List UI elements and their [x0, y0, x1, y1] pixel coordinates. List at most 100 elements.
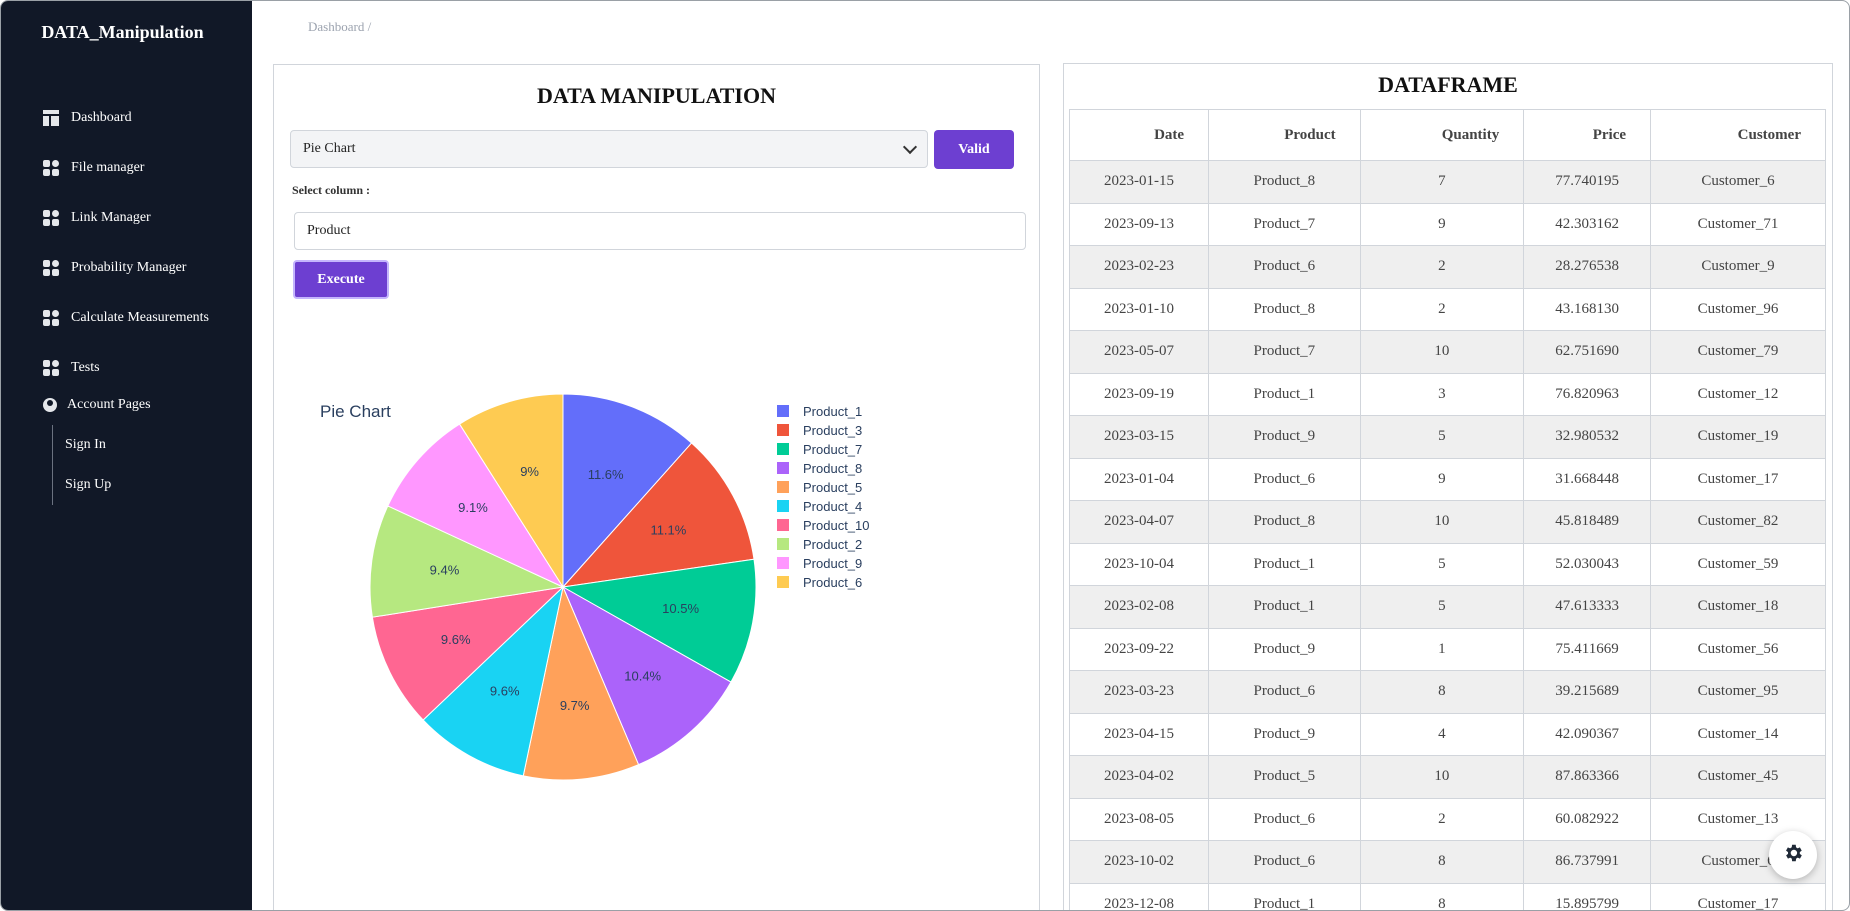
- sidebar-item-file-manager[interactable]: File manager: [43, 143, 209, 193]
- table-cell: 2: [1359, 245, 1525, 289]
- slice-label: 10.5%: [662, 601, 699, 616]
- table-cell: 77.740195: [1523, 160, 1652, 204]
- table-cell: Customer_18: [1650, 585, 1826, 629]
- table-cell: Product_7: [1208, 202, 1361, 246]
- table-cell: 2023-01-10: [1068, 287, 1210, 331]
- select-column-label: Select column :: [292, 183, 370, 197]
- chart-title: Pie Chart: [320, 402, 391, 421]
- breadcrumb[interactable]: Dashboard /: [308, 19, 371, 35]
- sidebar-item-link-manager[interactable]: Link Manager: [43, 193, 209, 243]
- legend-swatch: [777, 481, 789, 493]
- table-cell: Product_9: [1208, 415, 1361, 459]
- table-cell: Product_6: [1208, 840, 1361, 884]
- table-cell: Product_9: [1208, 712, 1361, 756]
- legend-swatch: [777, 462, 789, 474]
- table-cell: Customer_82: [1650, 500, 1826, 544]
- grid-icon: [43, 260, 59, 276]
- table-cell: 2023-08-05: [1068, 797, 1210, 841]
- legend-item[interactable]: Product_1: [777, 404, 862, 419]
- legend-item[interactable]: Product_6: [777, 575, 862, 590]
- table-cell: 2023-03-15: [1068, 415, 1210, 459]
- slice-label: 9%: [520, 464, 539, 479]
- table-row: 2023-01-04 Product_6 9 31.668448 Customer_17: [1068, 457, 1826, 501]
- legend-item[interactable]: Product_3: [777, 423, 862, 438]
- table-cell: Customer_79: [1650, 330, 1826, 374]
- table-cell: Customer_56: [1650, 627, 1826, 671]
- sidebar-item-sign-in[interactable]: Sign In: [65, 425, 209, 465]
- slice-label: 10.4%: [624, 668, 661, 683]
- table-cell: 2023-02-08: [1068, 585, 1210, 629]
- sidebar-item-tests[interactable]: Tests: [43, 343, 209, 393]
- legend-item[interactable]: Product_4: [777, 499, 862, 514]
- legend-label: Product_10: [803, 518, 870, 533]
- sidebar-item-account-pages[interactable]: Account Pages: [43, 393, 209, 417]
- legend-item[interactable]: Product_10: [777, 518, 870, 533]
- table-row: 2023-09-13 Product_7 9 42.303162 Customer_71: [1068, 202, 1826, 246]
- table-row: 2023-05-07 Product_7 10 62.751690 Customer_7…: [1068, 330, 1826, 374]
- sidebar: DATA_Manipulation Dashboard File manager…: [1, 1, 252, 910]
- legend-item[interactable]: Product_2: [777, 537, 862, 552]
- sidebar-item-dashboard[interactable]: Dashboard: [43, 93, 209, 143]
- column-input-value: Product: [307, 223, 351, 238]
- slice-label: 11.1%: [650, 522, 686, 537]
- table-cell: Customer_17: [1650, 457, 1826, 501]
- slice-label: 9.1%: [458, 500, 488, 515]
- legend-swatch: [777, 500, 789, 512]
- grid-icon: [43, 310, 59, 326]
- sidebar-item-sign-up[interactable]: Sign Up: [65, 465, 209, 505]
- table-cell: 4: [1359, 712, 1525, 756]
- sidebar-item-calculate-measurements[interactable]: Calculate Measurements: [43, 293, 209, 343]
- grid-icon: [43, 210, 59, 226]
- table-cell: Product_8: [1208, 287, 1361, 331]
- table-cell: Customer_45: [1650, 755, 1826, 799]
- table-cell: 7: [1359, 160, 1525, 204]
- table-row: 2023-08-05 Product_6 2 60.082922 Customer_13: [1068, 797, 1826, 841]
- table-cell: 2023-05-07: [1068, 330, 1210, 374]
- grid-icon: [43, 360, 59, 376]
- legend-swatch: [777, 538, 789, 550]
- legend-item[interactable]: Product_9: [777, 556, 862, 571]
- table-cell: 47.613333: [1523, 585, 1652, 629]
- table-row: 2023-09-19 Product_1 3 76.820963 Customer_12: [1068, 372, 1826, 416]
- table-cell: 8: [1359, 670, 1525, 714]
- table-cell: Product_9: [1208, 627, 1361, 671]
- table-row: 2023-09-22 Product_9 1 75.411669 Customer_56: [1068, 627, 1826, 671]
- legend-item[interactable]: Product_7: [777, 442, 862, 457]
- table-cell: 2023-12-08: [1068, 882, 1210, 910]
- column-input[interactable]: Product: [294, 212, 1026, 250]
- table-cell: 2023-04-07: [1068, 500, 1210, 544]
- sidebar-item-label: Link Manager: [71, 210, 151, 225]
- table-cell: 75.411669: [1523, 627, 1652, 671]
- table-cell: 2: [1359, 287, 1525, 331]
- legend-label: Product_5: [803, 480, 862, 495]
- table-row: 2023-03-15 Product_9 5 32.980532 Customer_19: [1068, 415, 1826, 459]
- table-cell: Customer_71: [1650, 202, 1826, 246]
- table-cell: 10: [1359, 755, 1525, 799]
- valid-button[interactable]: Valid: [934, 130, 1014, 169]
- table-cell: Customer_14: [1650, 712, 1826, 756]
- panel-title: DATAFRAME: [1378, 72, 1518, 97]
- user-circle-icon: [43, 398, 57, 412]
- account-section: Account Pages Sign In Sign Up: [43, 393, 209, 505]
- table-cell: 9: [1359, 202, 1525, 246]
- chart-type-select[interactable]: Pie Chart: [290, 130, 928, 168]
- sidebar-item-probability-manager[interactable]: Probability Manager: [43, 243, 209, 293]
- table-cell: Customer_6: [1650, 160, 1826, 204]
- table-cell: 2023-09-19: [1068, 372, 1210, 416]
- table-row: 2023-01-15 Product_8 7 77.740195 Customer_6: [1068, 160, 1826, 204]
- settings-button[interactable]: [1769, 831, 1817, 879]
- slice-label: 9.7%: [560, 698, 590, 713]
- table-cell: 32.980532: [1523, 415, 1652, 459]
- execute-button[interactable]: Execute: [293, 260, 389, 299]
- column-header: Date: [1068, 109, 1210, 161]
- legend-swatch: [777, 424, 789, 436]
- legend-swatch: [777, 443, 789, 455]
- legend-item[interactable]: Product_5: [777, 480, 862, 495]
- table-cell: 3: [1359, 372, 1525, 416]
- table-cell: 28.276538: [1523, 245, 1652, 289]
- table-cell: 10: [1359, 500, 1525, 544]
- table-cell: 39.215689: [1523, 670, 1652, 714]
- table-cell: 42.303162: [1523, 202, 1652, 246]
- table-cell: 5: [1359, 415, 1525, 459]
- legend-item[interactable]: Product_8: [777, 461, 862, 476]
